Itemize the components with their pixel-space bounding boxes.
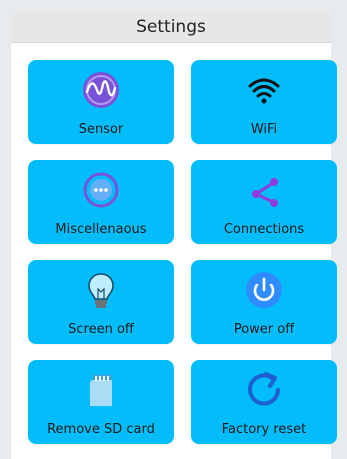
connections-button[interactable]: Connections — [191, 160, 337, 244]
page-title: Settings — [136, 17, 206, 37]
connections-icon — [242, 168, 286, 212]
miscellaneous-icon — [79, 168, 123, 212]
power-icon — [242, 268, 286, 312]
remove-sd-card-label: Remove SD card — [47, 422, 155, 437]
sensor-button[interactable]: Sensor — [28, 60, 174, 144]
power-off-button[interactable]: Power off — [191, 260, 337, 344]
sd-card-icon — [79, 368, 123, 412]
sensor-icon — [79, 68, 123, 112]
wifi-icon — [242, 68, 286, 112]
miscellaneous-button[interactable]: Miscellenaous — [28, 160, 174, 244]
lightbulb-icon — [79, 268, 123, 312]
title-bar: Settings — [11, 12, 331, 43]
screen-off-label: Screen off — [68, 322, 134, 337]
reset-icon — [242, 368, 286, 412]
power-off-label: Power off — [233, 322, 295, 337]
factory-reset-label: Factory reset — [221, 422, 307, 437]
factory-reset-button[interactable]: Factory reset — [191, 360, 337, 444]
screen-off-button[interactable]: Screen off — [28, 260, 174, 344]
wifi-button[interactable]: WiFi — [191, 60, 337, 144]
wifi-label: WiFi — [250, 122, 278, 137]
connections-label: Connections — [223, 222, 305, 237]
remove-sd-card-button[interactable]: Remove SD card — [28, 360, 174, 444]
sensor-label: Sensor — [78, 122, 124, 137]
miscellaneous-label: Miscellenaous — [55, 222, 147, 237]
